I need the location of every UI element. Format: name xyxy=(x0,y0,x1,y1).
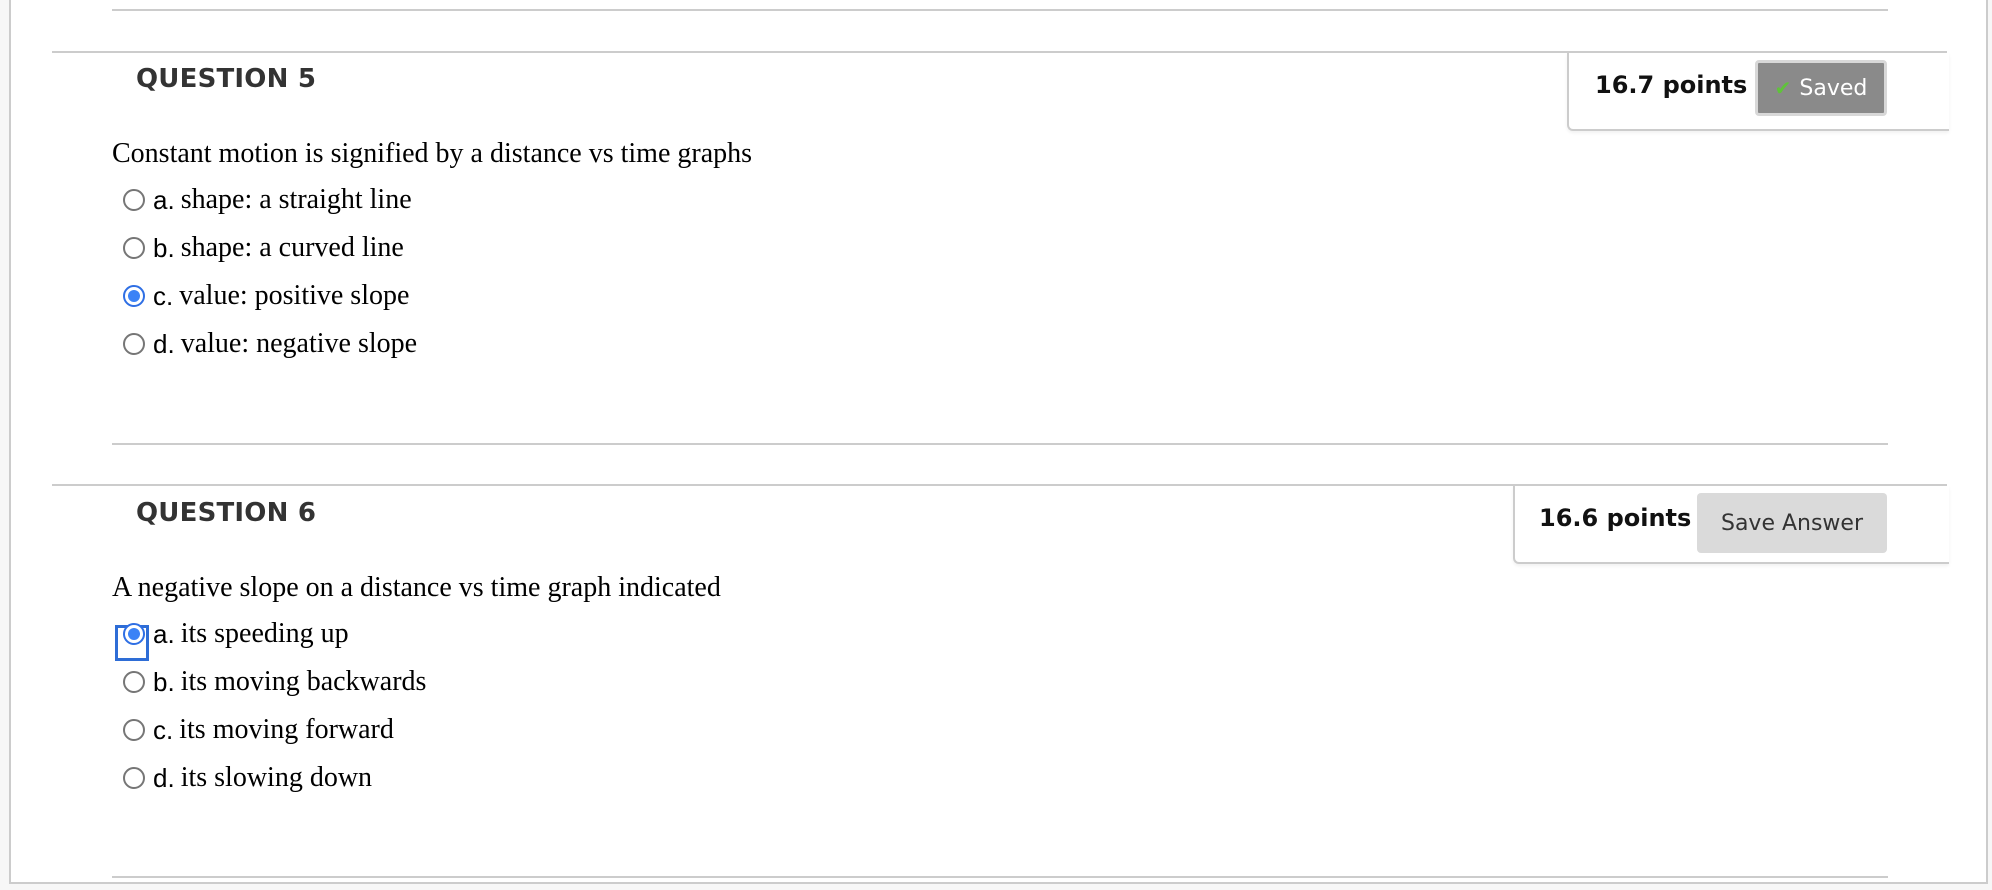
check-icon: ✔ xyxy=(1774,76,1792,100)
option-text: its slowing down xyxy=(180,762,373,793)
option-letter: b. xyxy=(153,232,175,263)
option-text: its moving backwards xyxy=(180,666,427,697)
question-prompt: Constant motion is signified by a distan… xyxy=(112,138,753,169)
divider xyxy=(112,443,1888,445)
option-text: shape: a straight line xyxy=(180,184,412,215)
answer-option-c[interactable]: c. value: positive slope xyxy=(121,276,409,316)
option-letter: d. xyxy=(153,328,175,359)
radio-button[interactable] xyxy=(123,767,145,789)
answer-option-d[interactable]: d. its slowing down xyxy=(121,758,372,798)
radio-button-selected[interactable] xyxy=(123,285,145,307)
answer-option-b[interactable]: b. shape: a curved line xyxy=(121,228,404,268)
radio-button-selected[interactable] xyxy=(123,623,145,645)
answer-option-c[interactable]: c. its moving forward xyxy=(121,710,394,750)
radio-button[interactable] xyxy=(123,719,145,741)
question-prompt: A negative slope on a distance vs time g… xyxy=(112,572,721,603)
radio-button[interactable] xyxy=(123,671,145,693)
option-text: value: positive slope xyxy=(179,280,410,311)
points-value: 16.6 points xyxy=(1539,504,1692,532)
radio-button[interactable] xyxy=(123,237,145,259)
radio-button[interactable] xyxy=(123,333,145,355)
option-letter: c. xyxy=(153,714,174,745)
option-letter: b. xyxy=(153,666,175,697)
save-answer-button[interactable]: Save Answer xyxy=(1697,493,1887,553)
option-text: value: negative slope xyxy=(180,328,418,359)
answer-option-b[interactable]: b. its moving backwards xyxy=(121,662,426,702)
points-box: 16.6 points Save Answer xyxy=(1513,486,1949,564)
option-letter: a. xyxy=(153,618,175,649)
points-box: 16.7 points ✔ Saved xyxy=(1567,53,1949,131)
answer-option-a[interactable]: a. its speeding up xyxy=(115,614,349,661)
question-title: QUESTION 5 xyxy=(136,64,317,94)
option-text: its moving forward xyxy=(179,714,394,745)
option-letter: d. xyxy=(153,762,175,793)
points-value: 16.7 points xyxy=(1595,71,1748,99)
option-letter: c. xyxy=(153,280,174,311)
radio-button[interactable] xyxy=(123,189,145,211)
divider xyxy=(112,9,1888,11)
answer-option-d[interactable]: d. value: negative slope xyxy=(121,324,417,364)
option-text: its speeding up xyxy=(180,618,349,649)
question-title: QUESTION 6 xyxy=(136,498,317,528)
divider xyxy=(112,876,1888,878)
option-letter: a. xyxy=(153,184,175,215)
saved-label: Saved xyxy=(1799,75,1868,101)
answer-option-a[interactable]: a. shape: a straight line xyxy=(121,180,412,220)
saved-status-button[interactable]: ✔ Saved xyxy=(1755,60,1887,116)
option-text: shape: a curved line xyxy=(180,232,404,263)
assessment-page: QUESTION 5 16.7 points ✔ Saved Constant … xyxy=(9,0,1988,884)
